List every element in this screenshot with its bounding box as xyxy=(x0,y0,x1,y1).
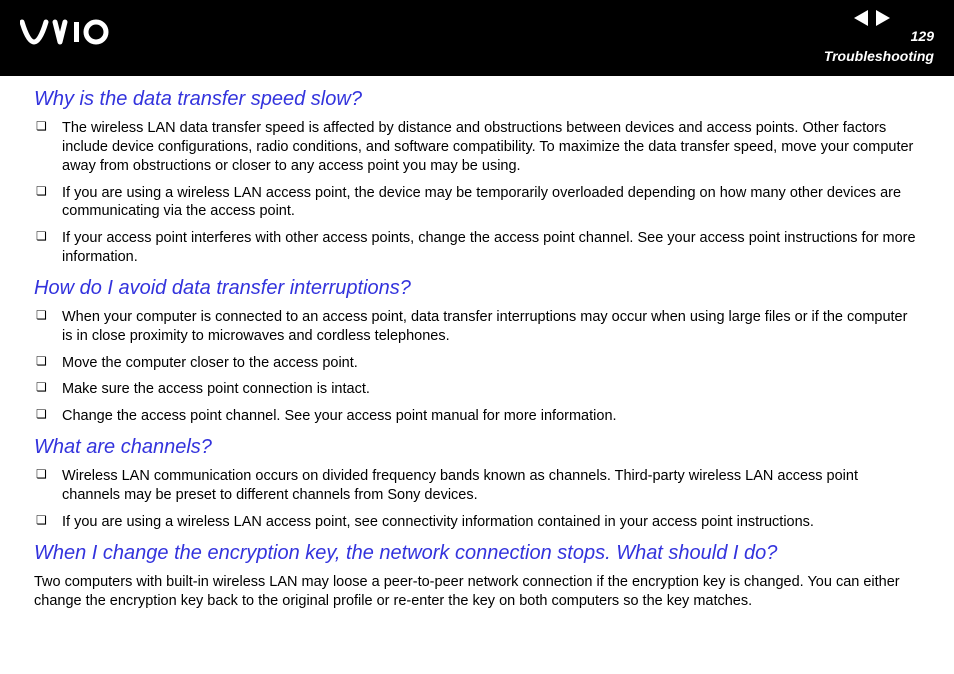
vaio-logo xyxy=(20,18,120,51)
question-heading: How do I avoid data transfer interruptio… xyxy=(34,277,920,300)
bullet-list: Wireless LAN communication occurs on div… xyxy=(34,467,920,532)
list-item: The wireless LAN data transfer speed is … xyxy=(34,119,920,176)
list-item: Move the computer closer to the access p… xyxy=(34,354,920,373)
question-heading: Why is the data transfer speed slow? xyxy=(34,88,920,111)
section-name: Troubleshooting xyxy=(824,48,934,64)
list-item: If you are using a wireless LAN access p… xyxy=(34,513,920,532)
nav-arrows xyxy=(854,10,890,31)
list-item: Wireless LAN communication occurs on div… xyxy=(34,467,920,505)
list-item: Make sure the access point connection is… xyxy=(34,380,920,399)
paragraph: Two computers with built-in wireless LAN… xyxy=(34,573,920,611)
prev-page-icon[interactable] xyxy=(854,10,868,31)
question-heading: What are channels? xyxy=(34,436,920,459)
page-content: Why is the data transfer speed slow? The… xyxy=(0,76,954,610)
page-number: 129 xyxy=(911,28,934,44)
header-bar: 129 Troubleshooting xyxy=(0,0,954,76)
bullet-list: When your computer is connected to an ac… xyxy=(34,308,920,426)
next-page-icon[interactable] xyxy=(876,10,890,31)
list-item: Change the access point channel. See you… xyxy=(34,407,920,426)
list-item: If you are using a wireless LAN access p… xyxy=(34,184,920,222)
list-item: If your access point interferes with oth… xyxy=(34,229,920,267)
list-item: When your computer is connected to an ac… xyxy=(34,308,920,346)
bullet-list: The wireless LAN data transfer speed is … xyxy=(34,119,920,267)
question-heading: When I change the encryption key, the ne… xyxy=(34,542,920,565)
